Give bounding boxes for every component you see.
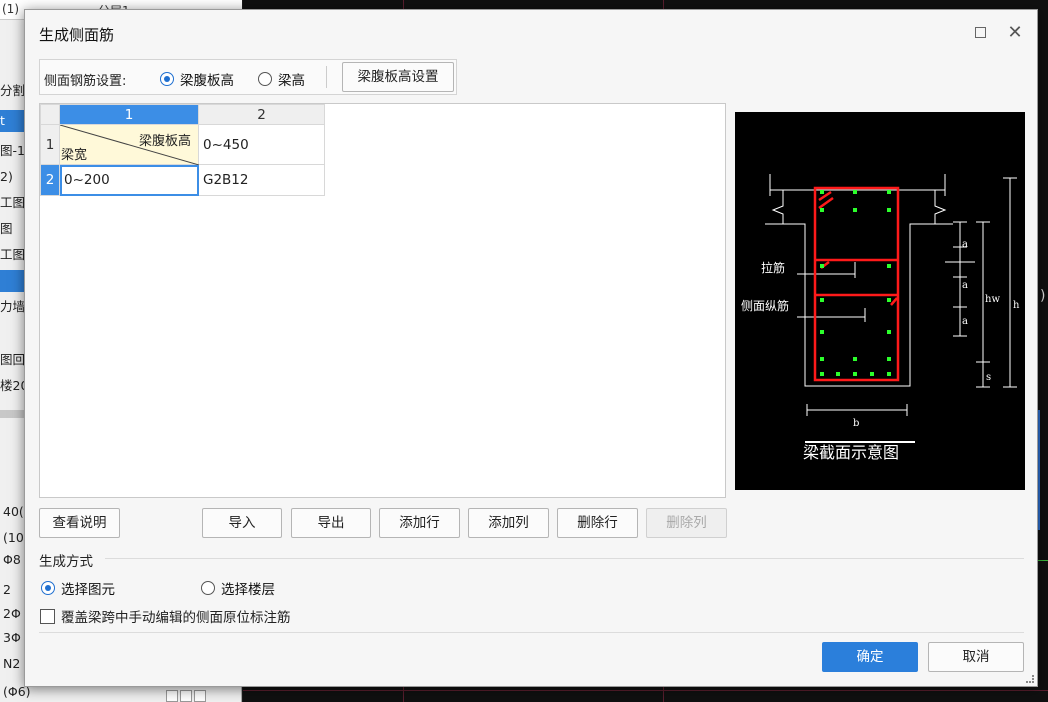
diagram-dim-a-2: a xyxy=(962,280,968,291)
override-checkbox-box[interactable] xyxy=(40,608,55,624)
background-list-item[interactable]: 图-1 xyxy=(0,140,24,162)
add-row-button[interactable]: 添加行 xyxy=(379,508,460,538)
background-list-item[interactable]: 工图 xyxy=(0,244,24,266)
background-lower-item[interactable]: 2 xyxy=(3,582,11,597)
diagram-tie-label: 拉筋 xyxy=(761,260,785,275)
settings-label: 侧面钢筋设置: xyxy=(44,74,127,89)
override-checkbox-label: 覆盖梁跨中手动编辑的侧面原位标注筋 xyxy=(61,610,291,626)
background-list-item[interactable]: 工图 xyxy=(0,192,24,214)
grid-row-header-2[interactable]: 2 xyxy=(40,164,60,196)
radio-select-element-dot xyxy=(41,581,55,595)
beam-section-diagram: 拉筋 侧面纵筋 a a a hw h s b 梁截面示意图 xyxy=(735,112,1025,490)
radio-select-element[interactable]: 选择图元 xyxy=(41,578,115,598)
grid-cell-rebar-value[interactable]: G2B12 xyxy=(198,164,325,196)
background-lower-item[interactable]: 3Φ xyxy=(3,630,21,645)
background-bottom-cells xyxy=(166,690,208,702)
rebar-grid-panel[interactable]: 1 2 1 梁腹板高 梁宽 0~450 2 0~200 G2B12 xyxy=(39,103,726,498)
diag-header-beam-width: 梁宽 xyxy=(61,148,88,163)
resize-grip-icon[interactable] xyxy=(1026,675,1034,683)
view-help-button[interactable]: 查看说明 xyxy=(39,508,120,538)
grid-cell-header-value[interactable]: 0~450 xyxy=(198,124,325,165)
export-button[interactable]: 导出 xyxy=(291,508,371,538)
rebar-grid[interactable]: 1 2 1 梁腹板高 梁宽 0~450 2 0~200 G2B12 xyxy=(40,104,325,196)
diagram-dim-a-3: a xyxy=(962,316,968,327)
delete-row-button[interactable]: 删除行 xyxy=(557,508,638,538)
add-column-button[interactable]: 添加列 xyxy=(468,508,549,538)
background-lower-item[interactable]: 2Φ xyxy=(3,606,21,621)
radio-beam-height-label: 梁高 xyxy=(278,73,305,89)
diagram-caption: 梁截面示意图 xyxy=(803,443,899,462)
background-lower-list: 40((10 Φ8 2 2Φ 3Φ N2 (Φ6) xyxy=(0,444,31,702)
background-list-item[interactable]: 力墙平 xyxy=(0,296,24,318)
diagram-dim-hw: hw xyxy=(985,294,1000,305)
grid-row-header-1[interactable]: 1 xyxy=(40,124,60,165)
radio-select-floor-dot xyxy=(201,581,215,595)
radio-select-floor-label: 选择楼层 xyxy=(221,582,275,598)
side-rebar-settings-bar: 侧面钢筋设置: 梁腹板高 梁高 梁腹板高设置 xyxy=(39,59,457,95)
maximize-button[interactable] xyxy=(969,22,991,44)
override-manual-annotation-checkbox[interactable]: 覆盖梁跨中手动编辑的侧面原位标注筋 xyxy=(40,606,291,626)
grid-diagonal-header-cell[interactable]: 梁腹板高 梁宽 xyxy=(59,124,199,165)
radio-select-element-label: 选择图元 xyxy=(61,582,115,598)
background-list-item[interactable]: t xyxy=(0,110,24,132)
maximize-icon xyxy=(974,27,986,38)
background-right-glyph: ) xyxy=(1040,288,1046,304)
footer-divider xyxy=(39,632,1024,633)
grid-col-header-2[interactable]: 2 xyxy=(198,104,325,125)
ok-button[interactable]: 确定 xyxy=(822,642,918,672)
radio-web-height[interactable]: 梁腹板高 xyxy=(160,69,234,89)
radio-web-height-label: 梁腹板高 xyxy=(180,73,234,89)
radio-select-floor[interactable]: 选择楼层 xyxy=(201,578,275,598)
grid-corner[interactable] xyxy=(40,104,60,125)
radio-web-height-dot xyxy=(160,72,174,86)
import-button[interactable]: 导入 xyxy=(202,508,282,538)
diagram-dim-h: h xyxy=(1013,300,1020,311)
background-list-item[interactable] xyxy=(0,270,24,292)
diag-header-web-height: 梁腹板高 xyxy=(138,134,191,149)
background-list-item[interactable]: 图回 xyxy=(0,349,24,371)
background-scrollbar[interactable] xyxy=(0,410,24,418)
generate-side-rebar-dialog: 生成侧面筋 ✕ 侧面钢筋设置: 梁腹板高 梁高 梁腹板高设置 1 2 1 梁腹板… xyxy=(24,9,1038,687)
background-tab-1[interactable]: (1) xyxy=(2,2,19,16)
background-list-item[interactable]: 分割 xyxy=(0,80,24,102)
background-lower-item[interactable]: 40( xyxy=(3,504,24,519)
grid-col-header-1[interactable]: 1 xyxy=(59,104,199,125)
grid-cell-width-range[interactable]: 0~200 xyxy=(59,164,199,196)
diagram-side-bar-label: 侧面纵筋 xyxy=(741,298,789,313)
diagram-dim-a-1: a xyxy=(962,239,968,250)
background-list-item[interactable]: 楼20 xyxy=(0,375,24,397)
background-lower-item[interactable]: (10 xyxy=(3,530,24,545)
dialog-title: 生成侧面筋 xyxy=(39,26,115,44)
close-icon: ✕ xyxy=(1007,22,1023,43)
radio-beam-height[interactable]: 梁高 xyxy=(258,69,305,89)
close-button[interactable]: ✕ xyxy=(1004,22,1026,44)
generation-method-label: 生成方式 xyxy=(39,554,93,570)
background-lower-item[interactable]: Φ8 xyxy=(3,552,21,567)
delete-column-button: 删除列 xyxy=(646,508,727,538)
toolbar-separator xyxy=(326,66,327,88)
background-list-item[interactable]: 2) xyxy=(0,166,24,188)
generation-method-divider xyxy=(105,558,1024,559)
background-lower-item[interactable]: N2 xyxy=(3,656,20,671)
web-height-settings-button[interactable]: 梁腹板高设置 xyxy=(342,62,454,92)
radio-beam-height-dot xyxy=(258,72,272,86)
background-list-item[interactable]: 图 xyxy=(0,218,24,240)
beam-section-svg: 拉筋 侧面纵筋 a a a hw h s b 梁截面示意图 xyxy=(741,174,1020,462)
diagram-dim-s: s xyxy=(986,372,991,383)
diagram-dim-b: b xyxy=(853,418,859,429)
cancel-button[interactable]: 取消 xyxy=(928,642,1024,672)
